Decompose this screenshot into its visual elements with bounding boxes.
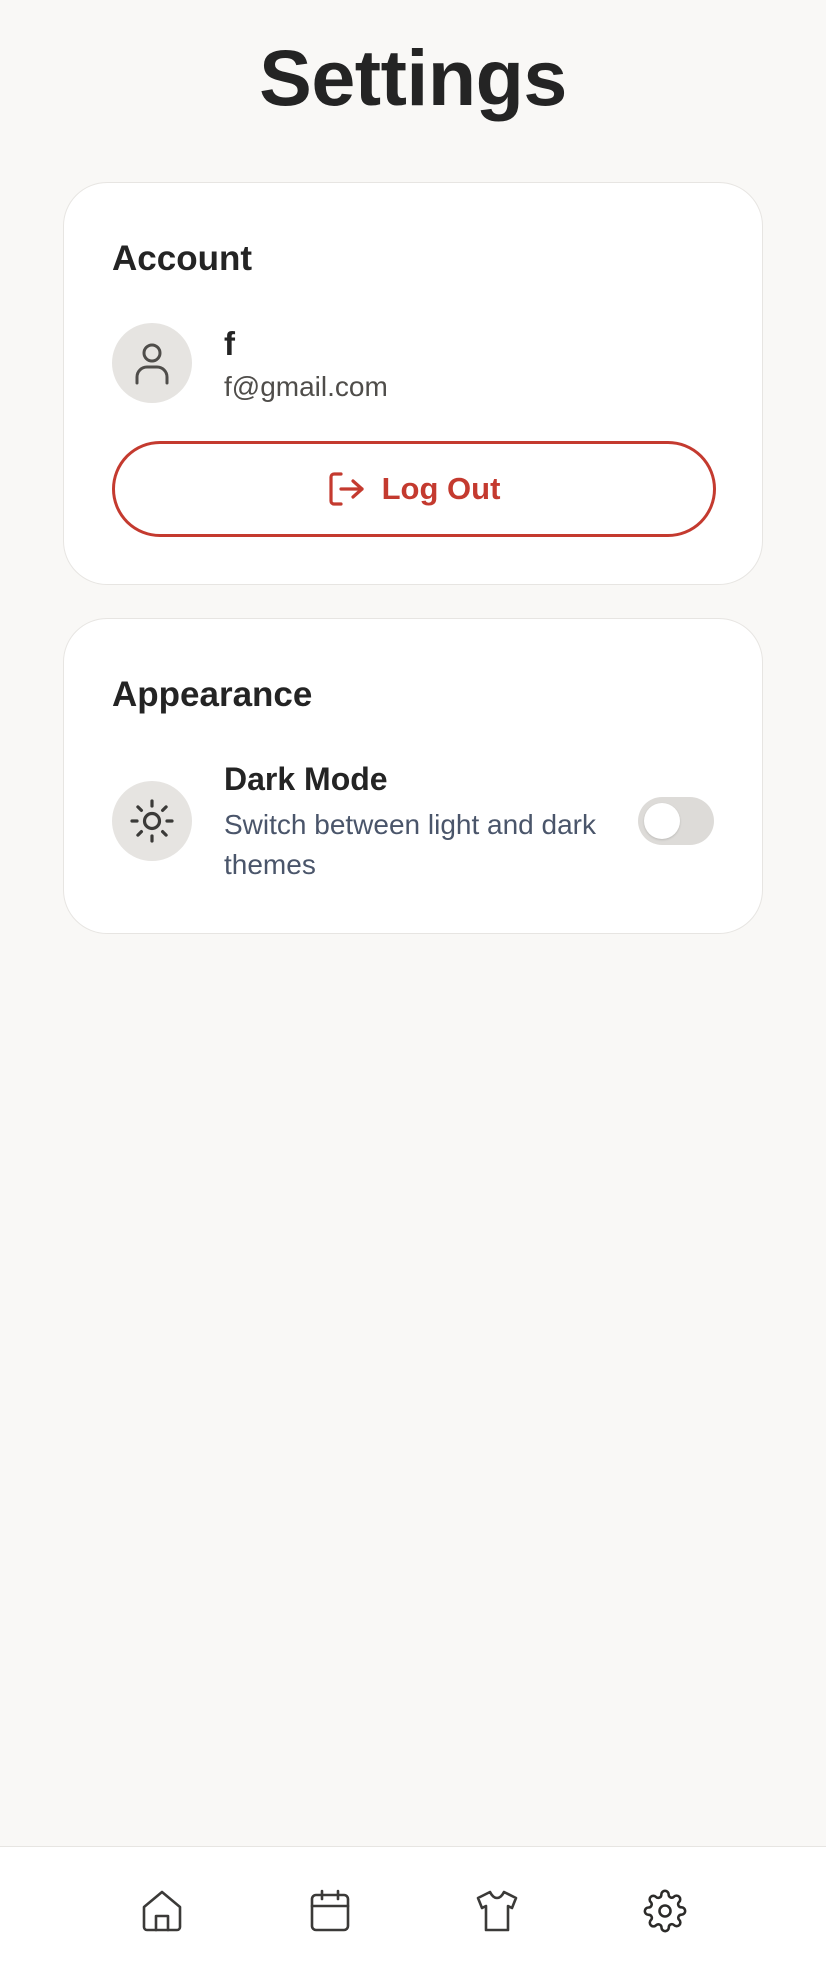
- appearance-section-title: Appearance: [112, 675, 313, 714]
- nav-home[interactable]: [138, 1887, 186, 1935]
- nav-calendar[interactable]: [306, 1887, 354, 1935]
- avatar: [112, 323, 192, 403]
- user-email: f@gmail.com: [224, 371, 388, 402]
- dark-mode-icon-badge: [112, 781, 192, 861]
- appearance-card: Appearance Dark Mode Switch between ligh…: [63, 618, 763, 934]
- account-card: Account f f@gmail.com Log Out: [63, 182, 763, 585]
- toggle-knob: [644, 803, 680, 839]
- gear-icon: [643, 1889, 687, 1933]
- logout-button[interactable]: Log Out: [112, 441, 716, 537]
- sun-icon: [130, 799, 174, 843]
- home-icon: [142, 1890, 182, 1932]
- calendar-icon: [310, 1889, 350, 1932]
- dark-mode-label: Dark Mode: [224, 761, 388, 797]
- shirt-icon: [476, 1890, 518, 1932]
- dark-mode-toggle[interactable]: [638, 797, 714, 845]
- nav-settings[interactable]: [641, 1887, 689, 1935]
- bottom-nav: [0, 1846, 826, 1968]
- dark-mode-description: Switch between light and dark themes: [224, 809, 596, 880]
- nav-wardrobe[interactable]: [473, 1887, 521, 1935]
- account-section-title: Account: [112, 239, 252, 278]
- user-icon: [135, 343, 169, 385]
- logout-label: Log Out: [381, 471, 501, 506]
- log-out-icon: [328, 472, 364, 506]
- page-title: Settings: [259, 33, 567, 122]
- user-name: f: [224, 325, 235, 362]
